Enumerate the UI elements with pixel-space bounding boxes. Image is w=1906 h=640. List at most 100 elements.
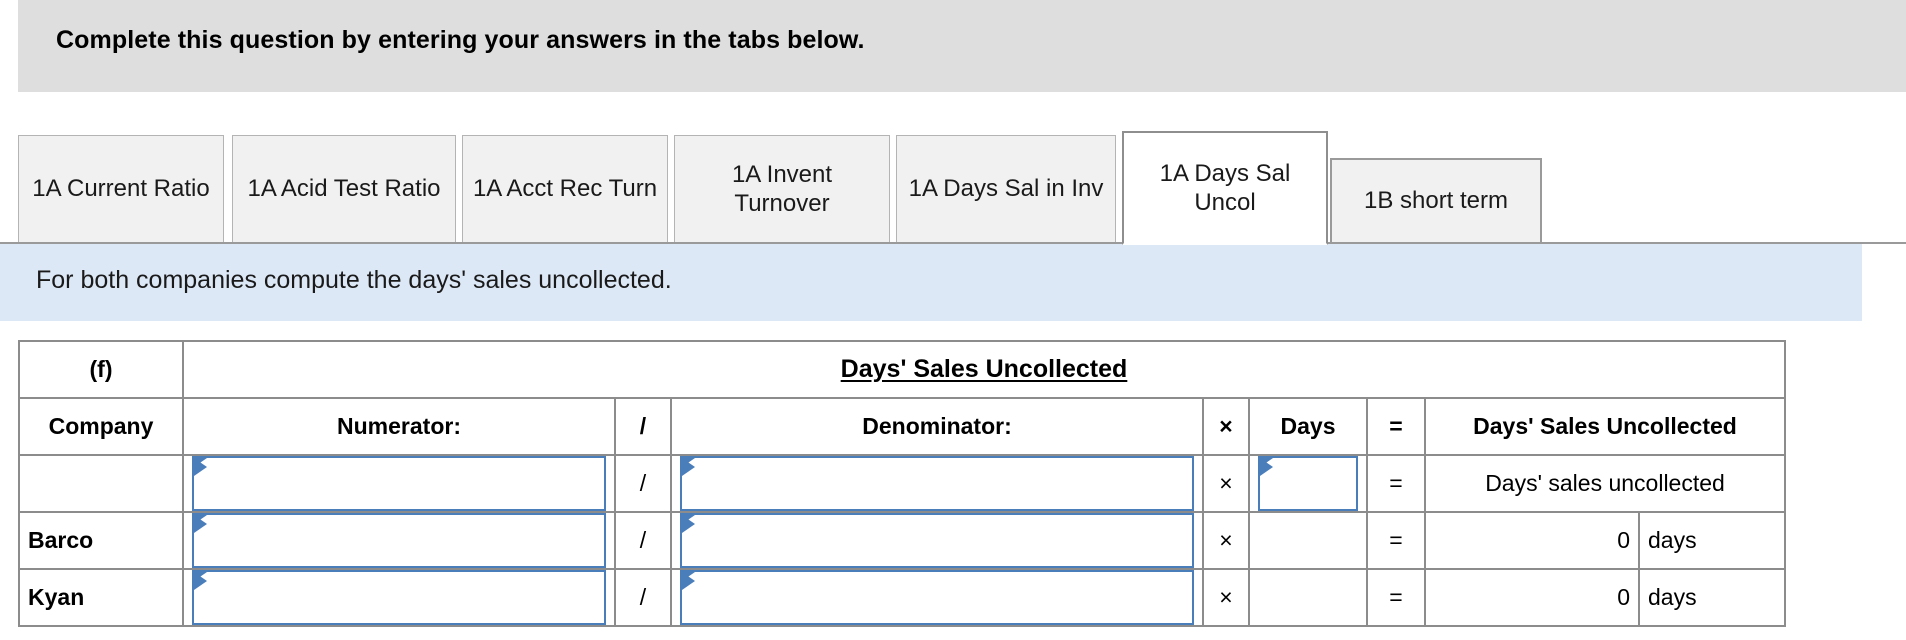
- company-name: Barco: [28, 527, 94, 553]
- denominator-input-box[interactable]: [680, 514, 1194, 567]
- cell-equals: =: [1366, 511, 1426, 570]
- col-header-label: Denominator:: [862, 413, 1012, 439]
- cell-denominator[interactable]: [670, 454, 1204, 513]
- denominator-input-box[interactable]: [680, 457, 1194, 510]
- result-value: Days' sales uncollected: [1485, 470, 1725, 496]
- corner-flag-icon: [682, 572, 695, 590]
- col-header-company: Company: [18, 397, 184, 456]
- cell-times: ×: [1202, 454, 1250, 513]
- days-sales-uncollected-table: (f) Days' Sales Uncollected Company Nume…: [18, 340, 1786, 627]
- cell-days: [1248, 511, 1368, 570]
- numerator-input[interactable]: [208, 458, 602, 509]
- tab-label: 1A Days Sal Uncol: [1159, 159, 1291, 216]
- answer-table-wrap: (f) Days' Sales Uncollected Company Nume…: [18, 340, 1786, 627]
- corner-flag-icon: [682, 458, 695, 476]
- table-row: Barco / × = 0 days: [18, 511, 1786, 570]
- numerator-input-box[interactable]: [192, 571, 606, 624]
- question-page: Complete this question by entering your …: [0, 0, 1906, 640]
- cell-denominator[interactable]: [670, 511, 1204, 570]
- col-header-label: /: [639, 413, 647, 439]
- sub-instruction-text: For both companies compute the days' sal…: [36, 266, 672, 294]
- col-header-denominator: Denominator:: [670, 397, 1204, 456]
- result-unit: days: [1648, 527, 1697, 553]
- col-header-label: =: [1389, 413, 1403, 439]
- instruction-banner-text: Complete this question by entering your …: [56, 26, 865, 54]
- numerator-input[interactable]: [208, 572, 602, 623]
- corner-flag-icon: [682, 515, 695, 533]
- part-label: (f): [89, 356, 113, 382]
- tab-label: 1A Acct Rec Turn: [472, 175, 658, 203]
- numerator-input-box[interactable]: [192, 457, 606, 510]
- table-title: Days' Sales Uncollected: [840, 355, 1128, 383]
- equals-symbol: =: [1389, 527, 1403, 553]
- corner-flag-icon: [194, 572, 207, 590]
- cell-unit: days: [1638, 511, 1786, 570]
- col-header-label: Days' Sales Uncollected: [1473, 413, 1737, 439]
- numerator-input-box[interactable]: [192, 514, 606, 567]
- times-symbol: ×: [1219, 584, 1233, 610]
- cell-company: [18, 454, 184, 513]
- divide-symbol: /: [639, 527, 647, 553]
- col-header-label: Company: [48, 413, 154, 439]
- corner-flag-icon: [194, 458, 207, 476]
- numerator-input[interactable]: [208, 515, 602, 566]
- table-title-row: (f) Days' Sales Uncollected: [18, 340, 1786, 399]
- tab-1b-short-term[interactable]: 1B short term: [1330, 158, 1542, 242]
- tab-label: 1B short term: [1363, 187, 1509, 215]
- times-symbol: ×: [1219, 527, 1233, 553]
- cell-result: 0: [1424, 568, 1640, 627]
- tab-1a-acct-rec-turn[interactable]: 1A Acct Rec Turn: [462, 135, 668, 242]
- cell-denominator[interactable]: [670, 568, 1204, 627]
- col-header-label: Numerator:: [337, 413, 461, 439]
- tab-1a-days-sal-uncol[interactable]: 1A Days Sal Uncol: [1122, 131, 1328, 245]
- cell-divide: /: [614, 454, 672, 513]
- tab-label: 1A Current Ratio: [32, 175, 210, 203]
- col-header-times: ×: [1202, 397, 1250, 456]
- cell-unit: days: [1638, 568, 1786, 627]
- tab-1a-days-sal-in-inv[interactable]: 1A Days Sal in Inv: [896, 135, 1116, 242]
- tab-1a-acid-test-ratio[interactable]: 1A Acid Test Ratio: [232, 135, 456, 242]
- table-header-row: Company Numerator: / Denominator: × Days: [18, 397, 1786, 456]
- cell-company: Kyan: [18, 568, 184, 627]
- cell-times: ×: [1202, 568, 1250, 627]
- divide-symbol: /: [639, 584, 647, 610]
- tab-strip: 1A Current Ratio 1A Acid Test Ratio 1A A…: [0, 126, 1906, 245]
- sub-instruction-bar: For both companies compute the days' sal…: [0, 244, 1862, 321]
- cell-divide: /: [614, 568, 672, 627]
- table-row: Kyan / × = 0 days: [18, 568, 1786, 627]
- tab-label: 1A Invent Turnover: [731, 160, 833, 217]
- denominator-input-box[interactable]: [680, 571, 1194, 624]
- table-title-cell: Days' Sales Uncollected: [182, 340, 1786, 399]
- cell-result: 0: [1424, 511, 1640, 570]
- tab-1a-invent-turnover[interactable]: 1A Invent Turnover: [674, 135, 890, 242]
- denominator-input[interactable]: [696, 458, 1190, 509]
- col-header-equals: =: [1366, 397, 1426, 456]
- cell-days[interactable]: [1248, 454, 1368, 513]
- part-label-cell: (f): [18, 340, 184, 399]
- result-value: 0: [1617, 584, 1630, 610]
- tab-1a-current-ratio[interactable]: 1A Current Ratio: [18, 135, 224, 242]
- times-symbol: ×: [1219, 470, 1233, 496]
- cell-numerator[interactable]: [182, 511, 616, 570]
- days-input-box[interactable]: [1258, 457, 1358, 510]
- cell-divide: /: [614, 511, 672, 570]
- col-header-days: Days: [1248, 397, 1368, 456]
- cell-numerator[interactable]: [182, 568, 616, 627]
- col-header-divide: /: [614, 397, 672, 456]
- equals-symbol: =: [1389, 584, 1403, 610]
- days-input[interactable]: [1274, 458, 1354, 509]
- cell-equals: =: [1366, 454, 1426, 513]
- denominator-input[interactable]: [696, 515, 1190, 566]
- corner-flag-icon: [1260, 458, 1273, 476]
- col-header-numerator: Numerator:: [182, 397, 616, 456]
- tab-label: 1A Acid Test Ratio: [247, 175, 441, 203]
- result-value: 0: [1617, 527, 1630, 553]
- company-name: Kyan: [28, 584, 85, 610]
- denominator-input[interactable]: [696, 572, 1190, 623]
- instruction-banner: Complete this question by entering your …: [18, 0, 1906, 92]
- cell-numerator[interactable]: [182, 454, 616, 513]
- table-row: / × = Days' sales uncollected: [18, 454, 1786, 513]
- corner-flag-icon: [194, 515, 207, 533]
- col-header-label: Days: [1280, 413, 1336, 439]
- equals-symbol: =: [1389, 470, 1403, 496]
